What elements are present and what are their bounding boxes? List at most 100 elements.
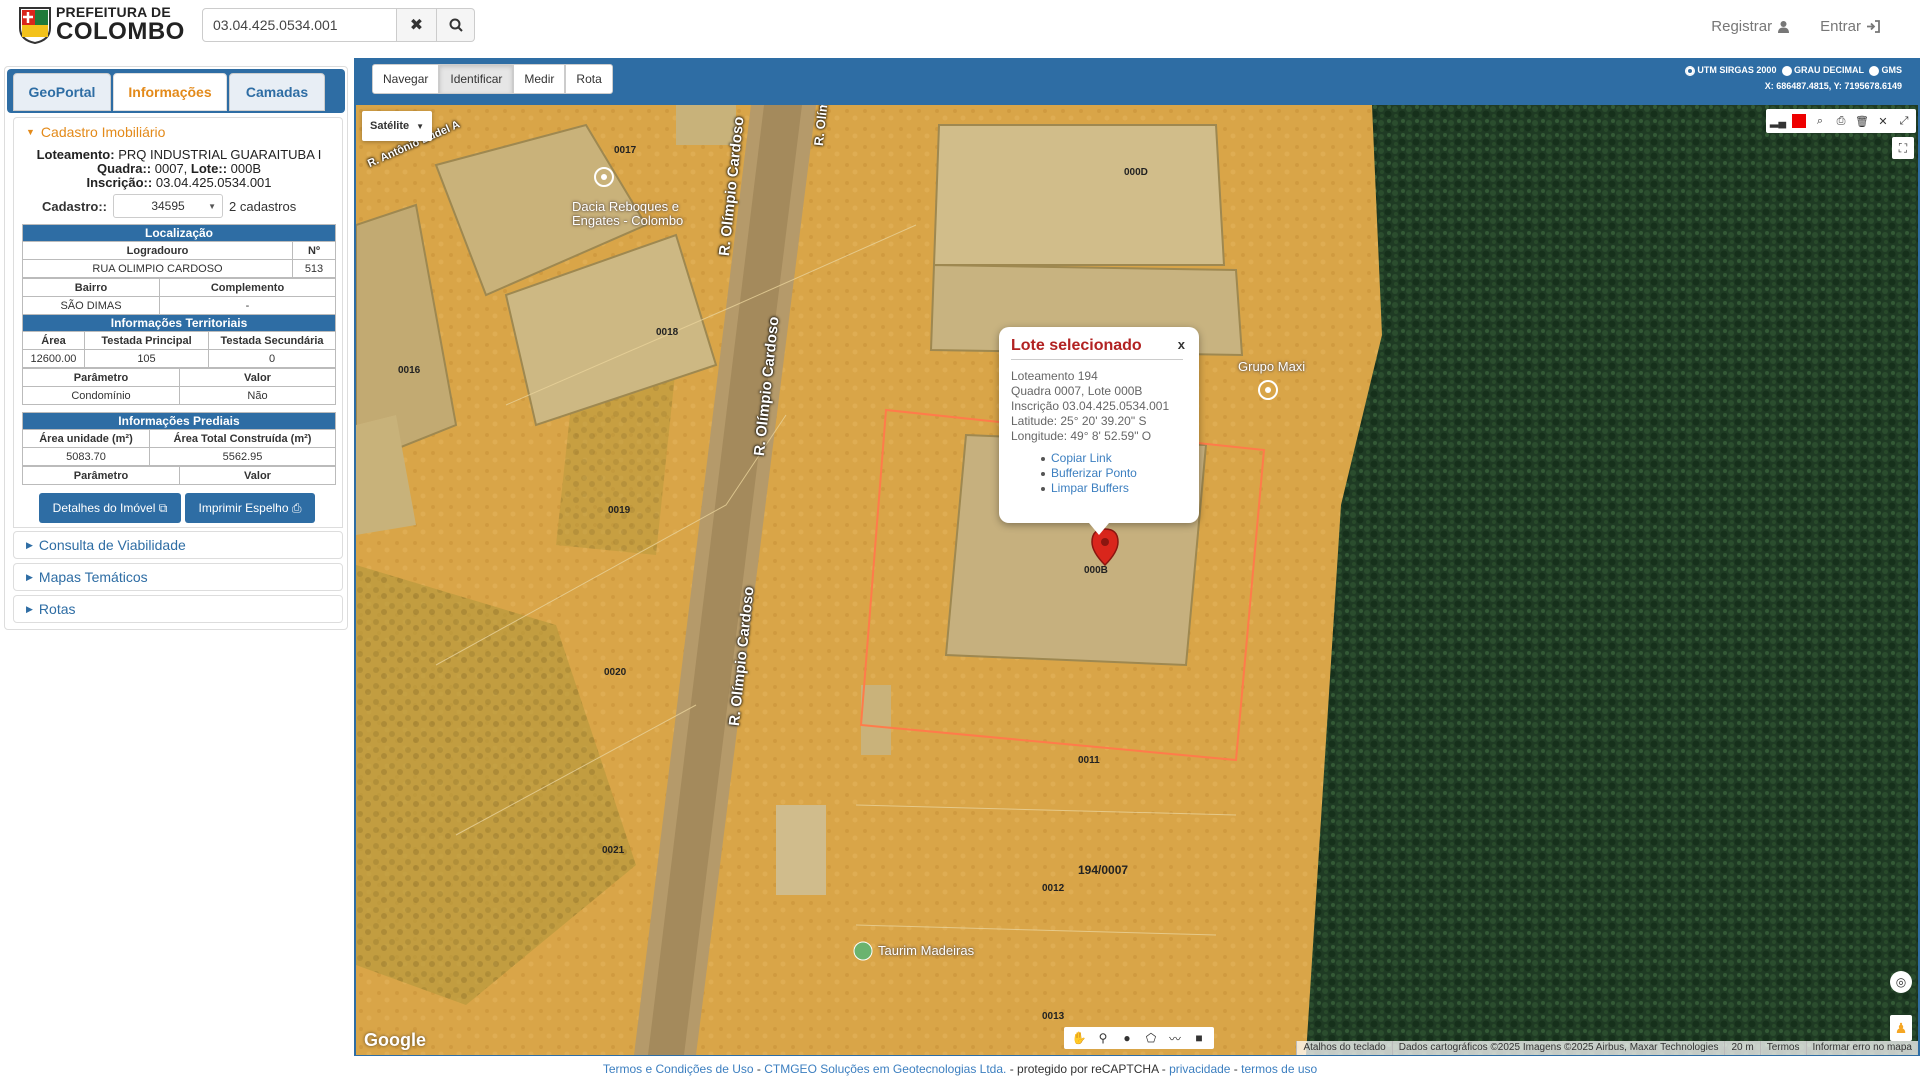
identify-button[interactable]: Identificar <box>439 64 514 94</box>
column-header: Parâmetro <box>22 466 180 485</box>
section-consulta-viabilidade[interactable]: ▶ Consulta de Viabilidade <box>13 531 343 559</box>
cadastro-select-value: 34595 <box>151 199 185 213</box>
close-icon[interactable]: ✕ <box>1873 111 1893 131</box>
expand-icon[interactable]: ⤢ <box>1894 111 1914 131</box>
map-mode-toolbar: Navegar Identificar Medir Rota <box>372 64 613 94</box>
column-header: Área unidade (m²) <box>22 429 150 448</box>
pegman-icon[interactable]: ♟ <box>1890 1015 1912 1041</box>
terms-conditions-link[interactable]: Termos e Condições de Uso <box>603 1062 754 1076</box>
satellite-map[interactable]: R. Olímpio Cardoso R. Olímpio Cardoso R.… <box>356 105 1918 1055</box>
print-mirror-button[interactable]: Imprimir Espelho ⎙ <box>185 493 315 523</box>
coord-option-decimal[interactable]: GRAU DECIMAL <box>1781 64 1864 77</box>
panel-tabs: GeoPortal Informações Camadas <box>7 69 345 113</box>
keyboard-shortcuts-link[interactable]: Atalhos do teclado <box>1296 1041 1391 1055</box>
map-type-label: Satélite <box>370 120 410 132</box>
navigate-button[interactable]: Navegar <box>372 64 440 94</box>
polygon-icon[interactable]: ⬠ <box>1140 1029 1162 1047</box>
cadastro-count: 2 cadastros <box>229 198 297 214</box>
buffer-point-link[interactable]: Bufferizar Ponto <box>1041 466 1137 481</box>
column-header: Área Total Construída (m²) <box>149 429 336 448</box>
login-link[interactable]: Entrar <box>1820 18 1880 35</box>
locate-icon[interactable]: ◎ <box>1890 971 1912 993</box>
color-picker-icon[interactable] <box>1789 111 1809 131</box>
lote-value: 000B <box>230 161 262 176</box>
header: PREFEITURA DE COLOMBO ✖ Registrar Entrar <box>0 0 1920 56</box>
popup-close-button[interactable]: x <box>1178 337 1185 352</box>
copy-link[interactable]: Copiar Link <box>1041 451 1137 466</box>
signal-icon[interactable]: ▂▄ <box>1768 111 1788 131</box>
report-error-link[interactable]: Informar erro no mapa <box>1805 1041 1919 1055</box>
section-mapas-tematicos[interactable]: ▶ Mapas Temáticos <box>13 563 343 591</box>
sign-in-icon <box>1867 20 1880 33</box>
lot-label: 0016 <box>398 365 421 376</box>
polyline-icon[interactable]: 〰 <box>1164 1029 1186 1047</box>
privacy-link[interactable]: privacidade <box>1169 1062 1230 1076</box>
poi-label[interactable]: Grupo Maxi <box>1238 359 1305 374</box>
circle-icon[interactable]: ● <box>1116 1029 1138 1047</box>
map-tools: ▂▄ ⌕ ⎙ 🗑 ✕ ⤢ <box>1766 109 1916 133</box>
coordinate-readout: X: 686487.4815, Y: 7195678.6149 <box>1764 80 1902 91</box>
search-button[interactable] <box>437 8 475 42</box>
coord-option-gms[interactable]: GMS <box>1869 64 1902 77</box>
caret-right-icon: ▶ <box>26 539 33 550</box>
lot-label: 0011 <box>1078 755 1100 766</box>
lot-label: 000D <box>1124 167 1148 178</box>
poi-label[interactable]: Dacia Reboques e <box>572 199 679 214</box>
marker-icon[interactable]: ⚲ <box>1092 1029 1114 1047</box>
lot-label: 0012 <box>1042 883 1065 894</box>
cell-testada-principal: 105 <box>84 349 209 368</box>
login-label: Entrar <box>1820 18 1861 35</box>
cell-bairro: SÃO DIMAS <box>22 296 160 315</box>
fullscreen-button[interactable]: ⛶ <box>1892 137 1914 159</box>
lot-label: 0018 <box>656 327 679 338</box>
property-details-button[interactable]: Detalhes do Imóvel ⧉ <box>39 493 181 523</box>
tab-geoportal[interactable]: GeoPortal <box>13 73 111 111</box>
map-data-credits: Dados cartográficos ©2025 Imagens ©2025 … <box>1391 1041 1725 1055</box>
search-input[interactable] <box>202 8 397 42</box>
route-button[interactable]: Rota <box>565 64 613 94</box>
column-header: Valor <box>179 368 336 387</box>
clear-search-button[interactable]: ✖ <box>397 8 437 42</box>
cadastro-select[interactable]: 34595 ▼ <box>113 194 224 218</box>
logo[interactable]: PREFEITURA DE COLOMBO <box>18 5 185 44</box>
rectangle-icon[interactable]: ■ <box>1188 1029 1210 1047</box>
register-link[interactable]: Registrar <box>1711 18 1790 35</box>
drawing-toolbar: ✋ ⚲ ● ⬠ 〰 ■ <box>1064 1027 1214 1049</box>
section-rotas[interactable]: ▶ Rotas <box>13 595 343 623</box>
zoom-search-icon[interactable]: ⌕ <box>1810 111 1830 131</box>
tos-link[interactable]: termos de uso <box>1241 1062 1317 1076</box>
poi-label[interactable]: Taurim Madeiras <box>878 943 974 958</box>
hand-icon[interactable]: ✋ <box>1068 1029 1090 1047</box>
caret-right-icon: ▶ <box>26 603 33 614</box>
cadastro-body: Loteamento: PRQ INDUSTRIAL GUARAITUBA I … <box>13 144 343 528</box>
terms-link[interactable]: Termos <box>1759 1041 1806 1055</box>
print-icon[interactable]: ⎙ <box>1831 111 1851 131</box>
popup-details: Loteamento 194 Quadra 0007, Lote 000B In… <box>1011 369 1169 444</box>
cell-complemento: - <box>159 296 336 315</box>
section-cadastro-imobiliario[interactable]: ▼ Cadastro Imobiliário <box>13 117 343 145</box>
logo-text-line2: COLOMBO <box>56 18 185 45</box>
measure-button[interactable]: Medir <box>513 64 566 94</box>
poi-label[interactable]: Engates - Colombo <box>572 213 683 228</box>
button-label: Detalhes do Imóvel <box>52 501 156 515</box>
map-imagery <box>356 105 1918 1055</box>
register-label: Registrar <box>1711 18 1773 35</box>
column-header: Bairro <box>22 278 160 297</box>
company-link[interactable]: CTMGEO Soluções em Geotecnologias Ltda. <box>764 1062 1006 1076</box>
inscricao-label: Inscrição:: <box>86 175 153 190</box>
separator: - <box>1230 1062 1242 1076</box>
popup-title: Lote selecionado <box>1011 337 1142 354</box>
lot-info-popup: Lote selecionado x Loteamento 194 Quadra… <box>999 327 1199 535</box>
tab-informacoes[interactable]: Informações <box>113 73 227 111</box>
coord-option-utm[interactable]: UTM SIRGAS 2000 <box>1685 64 1776 77</box>
column-header: Valor <box>179 466 336 485</box>
clear-buffers-link[interactable]: Limpar Buffers <box>1041 481 1137 496</box>
coord-option-label: UTM SIRGAS 2000 <box>1697 65 1777 75</box>
popup-line: Quadra 0007, Lote 000B <box>1011 384 1143 398</box>
trash-icon[interactable]: 🗑 <box>1852 111 1872 131</box>
map-type-select[interactable]: Satélite ▼ <box>362 111 432 141</box>
scale-bar[interactable]: 20 m <box>1724 1041 1759 1055</box>
tab-camadas[interactable]: Camadas <box>229 73 325 111</box>
footer: Termos e Condições de Uso - CTMGEO Soluç… <box>0 1062 1920 1078</box>
search-icon <box>449 18 463 32</box>
